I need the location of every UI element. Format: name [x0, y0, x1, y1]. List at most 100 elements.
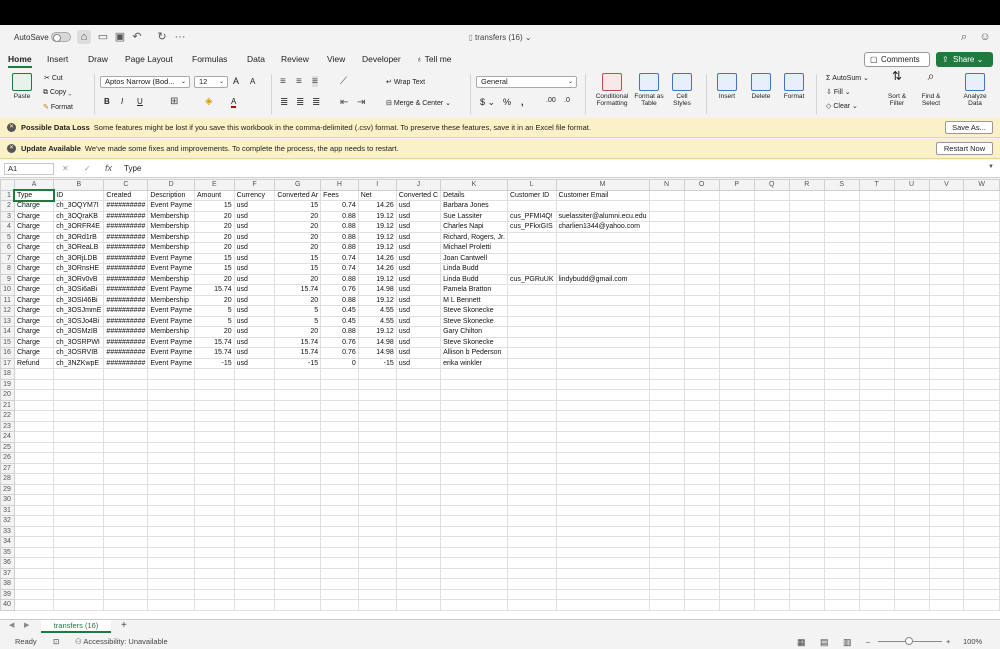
cell[interactable]: Charge: [13, 284, 55, 296]
cell[interactable]: ##########: [103, 336, 149, 348]
cell[interactable]: [357, 420, 397, 432]
row-header[interactable]: 4: [0, 221, 15, 233]
cell[interactable]: [320, 504, 359, 516]
cell[interactable]: [718, 242, 755, 254]
cell[interactable]: [893, 441, 930, 453]
cell[interactable]: [718, 284, 755, 296]
cell[interactable]: [893, 389, 930, 401]
cell[interactable]: [718, 546, 755, 558]
cell[interactable]: [858, 536, 895, 548]
cell[interactable]: [648, 284, 685, 296]
cell[interactable]: [233, 525, 276, 537]
cell[interactable]: [683, 326, 720, 338]
cell[interactable]: [753, 231, 790, 243]
cell[interactable]: [648, 231, 685, 243]
cell[interactable]: [320, 536, 359, 548]
cell[interactable]: [858, 368, 895, 380]
row-header[interactable]: 23: [0, 420, 15, 432]
cell[interactable]: Michael Proletti: [440, 242, 508, 254]
format-as-table-button[interactable]: Format as Table: [634, 73, 664, 107]
cell[interactable]: [320, 452, 359, 464]
cell[interactable]: [194, 546, 235, 558]
cell[interactable]: [357, 599, 397, 611]
cell[interactable]: 15: [194, 263, 235, 275]
cell[interactable]: Joan Cantwell: [440, 252, 508, 264]
cell[interactable]: [858, 284, 895, 296]
search-icon[interactable]: ⌕: [957, 30, 971, 44]
row-header[interactable]: 36: [0, 557, 15, 569]
cell[interactable]: Event Payme: [147, 336, 195, 348]
column-header[interactable]: A: [13, 179, 55, 191]
cell[interactable]: [823, 221, 860, 233]
cell[interactable]: [823, 431, 860, 443]
cell[interactable]: [320, 567, 359, 579]
row-header[interactable]: 28: [0, 473, 15, 485]
cell[interactable]: [440, 515, 508, 527]
cell[interactable]: [53, 378, 105, 390]
cell[interactable]: [858, 389, 895, 401]
cell[interactable]: Steve Skonecke: [440, 315, 508, 327]
cell[interactable]: [506, 410, 557, 422]
cell[interactable]: [440, 462, 508, 474]
cell[interactable]: [788, 599, 825, 611]
cell[interactable]: [648, 242, 685, 254]
cell[interactable]: [893, 578, 930, 590]
cell[interactable]: [53, 452, 105, 464]
cell[interactable]: [233, 473, 276, 485]
cell[interactable]: [928, 210, 965, 222]
row-header[interactable]: 19: [0, 378, 15, 390]
increase-decimal-button[interactable]: .00: [546, 97, 556, 104]
cell[interactable]: [928, 189, 965, 201]
cell[interactable]: [963, 357, 1000, 369]
cell[interactable]: [357, 567, 397, 579]
cell[interactable]: [718, 473, 755, 485]
cell[interactable]: [320, 420, 359, 432]
cell[interactable]: usd: [395, 231, 442, 243]
cell[interactable]: [683, 420, 720, 432]
cell[interactable]: [648, 420, 685, 432]
analyze-data-button[interactable]: Analyze Data: [956, 73, 994, 107]
cell[interactable]: [963, 221, 1000, 233]
cell[interactable]: usd: [233, 284, 276, 296]
cell[interactable]: [357, 494, 397, 506]
row-header[interactable]: 31: [0, 504, 15, 516]
row-header[interactable]: 18: [0, 368, 15, 380]
cell[interactable]: [963, 399, 1000, 411]
cell[interactable]: [788, 252, 825, 264]
cell[interactable]: 15.74: [194, 347, 235, 359]
cell[interactable]: [395, 389, 442, 401]
cell[interactable]: [194, 389, 235, 401]
cell[interactable]: [147, 441, 195, 453]
cell[interactable]: [53, 588, 105, 600]
cell[interactable]: [893, 284, 930, 296]
cell[interactable]: [683, 315, 720, 327]
cell[interactable]: [753, 326, 790, 338]
cell[interactable]: [274, 546, 322, 558]
cell[interactable]: [963, 578, 1000, 590]
cell[interactable]: [823, 515, 860, 527]
cell[interactable]: [555, 231, 650, 243]
cell[interactable]: [858, 189, 895, 201]
cell-table[interactable]: ABCDEFGHIJKLMNOPQRSTUVW 1 Type ID Created De…: [0, 179, 1000, 611]
zoom-slider-handle[interactable]: [905, 637, 913, 645]
cell[interactable]: [893, 536, 930, 548]
cell[interactable]: [963, 200, 1000, 212]
cell[interactable]: ch_3OSRPWI: [53, 336, 105, 348]
row-header[interactable]: 35: [0, 546, 15, 558]
cell[interactable]: [683, 347, 720, 359]
cell[interactable]: [320, 546, 359, 558]
cell[interactable]: [893, 231, 930, 243]
cell[interactable]: [718, 567, 755, 579]
cell[interactable]: [648, 200, 685, 212]
cell[interactable]: [788, 315, 825, 327]
cell[interactable]: [788, 263, 825, 275]
cell[interactable]: usd: [395, 284, 442, 296]
cell[interactable]: [788, 242, 825, 254]
cell[interactable]: [683, 431, 720, 443]
cell[interactable]: [928, 567, 965, 579]
cell[interactable]: [13, 420, 55, 432]
cell[interactable]: ch_3OSRVIB: [53, 347, 105, 359]
close-icon[interactable]: ✕: [7, 123, 16, 132]
cell[interactable]: [320, 441, 359, 453]
cell[interactable]: [858, 336, 895, 348]
